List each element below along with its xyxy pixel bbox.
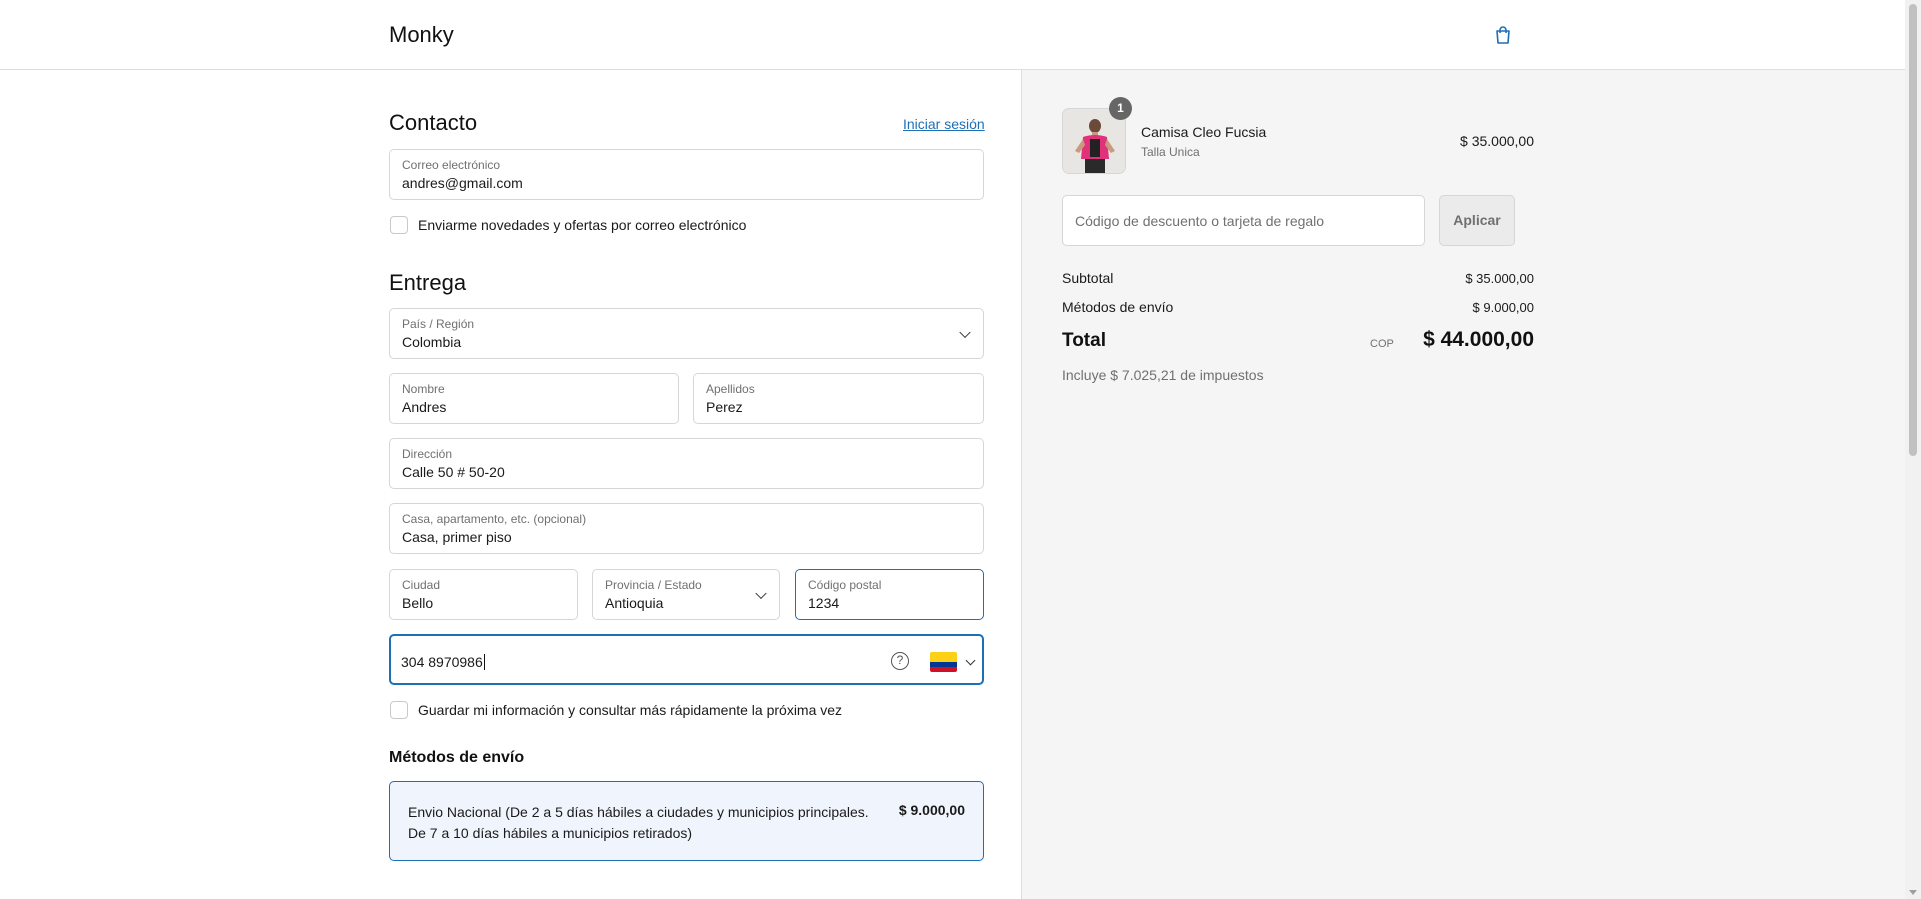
chevron-down-icon xyxy=(755,587,767,599)
address-field[interactable]: Dirección Calle 50 # 50-20 xyxy=(389,438,984,489)
country-value: Colombia xyxy=(402,334,462,350)
email-field[interactable]: Correo electrónico andres@gmail.com xyxy=(389,149,984,200)
state-label: Provincia / Estado xyxy=(605,578,702,592)
first-name-label: Nombre xyxy=(402,382,445,396)
state-value: Antioquia xyxy=(605,595,664,611)
total-value: $ 44.000,00 xyxy=(1423,328,1534,351)
postal-code-field[interactable]: Código postal 1234 xyxy=(795,569,984,620)
discount-placeholder: Código de descuento o tarjeta de regalo xyxy=(1075,213,1325,229)
email-label: Correo electrónico xyxy=(402,158,501,172)
last-name-field[interactable]: Apellidos Perez xyxy=(693,373,984,424)
city-field[interactable]: Ciudad Bello xyxy=(389,569,578,620)
last-name-value: Perez xyxy=(706,399,743,415)
shipping-cost-value: $ 9.000,00 xyxy=(1472,300,1534,315)
postal-code-label: Código postal xyxy=(808,578,882,592)
scroll-down-arrow-icon[interactable] xyxy=(1909,890,1917,895)
product-name: Camisa Cleo Fucsia xyxy=(1141,124,1267,140)
text-caret xyxy=(483,654,485,670)
newsletter-label: Enviarme novedades y ofertas por correo … xyxy=(418,217,747,233)
scrollbar-thumb[interactable] xyxy=(1909,4,1917,456)
apply-discount-button[interactable]: Aplicar xyxy=(1439,195,1515,246)
shipping-option-description: Envio Nacional (De 2 a 5 días hábiles a … xyxy=(408,804,869,841)
shipping-methods-title: Métodos de envío xyxy=(389,749,525,766)
question-circle-icon[interactable]: ? xyxy=(891,652,909,670)
newsletter-checkbox[interactable] xyxy=(390,216,408,234)
total-label: Total xyxy=(1062,330,1106,351)
country-label: País / Región xyxy=(402,317,475,331)
city-value: Bello xyxy=(402,595,434,611)
contact-title: Contacto xyxy=(389,110,478,135)
shipping-option-price: $ 9.000,00 xyxy=(898,802,965,818)
shipping-option[interactable]: Envio Nacional (De 2 a 5 días hábiles a … xyxy=(389,781,984,861)
state-select[interactable]: Provincia / Estado Antioquia xyxy=(592,569,780,620)
save-info-label: Guardar mi información y consultar más r… xyxy=(418,702,843,718)
apartment-field[interactable]: Casa, apartamento, etc. (opcional) Casa,… xyxy=(389,503,984,554)
phone-value: 304 8970986 xyxy=(401,654,485,670)
discount-code-input[interactable]: Código de descuento o tarjeta de regalo xyxy=(1062,195,1425,246)
chevron-down-icon xyxy=(959,326,971,338)
taxes-note: Incluye $ 7.025,21 de impuestos xyxy=(1062,367,1264,383)
first-name-field[interactable]: Nombre Andres xyxy=(389,373,679,424)
chevron-down-icon[interactable] xyxy=(965,655,976,666)
page-scrollbar[interactable] xyxy=(1905,0,1921,899)
product-price: $ 35.000,00 xyxy=(1460,133,1534,149)
city-label: Ciudad xyxy=(402,578,441,592)
header: Monky xyxy=(0,0,1905,70)
subtotal-value: $ 35.000,00 xyxy=(1465,271,1534,286)
product-variant: Talla Unica xyxy=(1141,145,1200,159)
delivery-title: Entrega xyxy=(389,270,467,295)
first-name-value: Andres xyxy=(402,399,447,415)
currency-code: COP xyxy=(1370,338,1394,350)
address-label: Dirección xyxy=(402,447,453,461)
shipping-cost-label: Métodos de envío xyxy=(1062,299,1174,315)
brand-logo[interactable]: Monky xyxy=(389,22,454,48)
postal-code-value: 1234 xyxy=(808,595,840,611)
last-name-label: Apellidos xyxy=(706,382,755,396)
colombia-flag-icon[interactable] xyxy=(930,652,957,672)
apartment-value: Casa, primer piso xyxy=(402,529,512,545)
country-select[interactable]: País / Región Colombia xyxy=(389,308,984,359)
login-link[interactable]: Iniciar sesión xyxy=(903,116,985,132)
phone-field[interactable]: 304 8970986 ? xyxy=(389,634,984,685)
apartment-label: Casa, apartamento, etc. (opcional) xyxy=(402,512,587,526)
subtotal-label: Subtotal xyxy=(1062,270,1114,286)
email-value: andres@gmail.com xyxy=(402,175,523,191)
save-info-checkbox[interactable] xyxy=(390,701,408,719)
quantity-badge: 1 xyxy=(1109,97,1132,120)
shopping-bag-icon[interactable] xyxy=(1492,24,1514,46)
address-value: Calle 50 # 50-20 xyxy=(402,464,505,480)
